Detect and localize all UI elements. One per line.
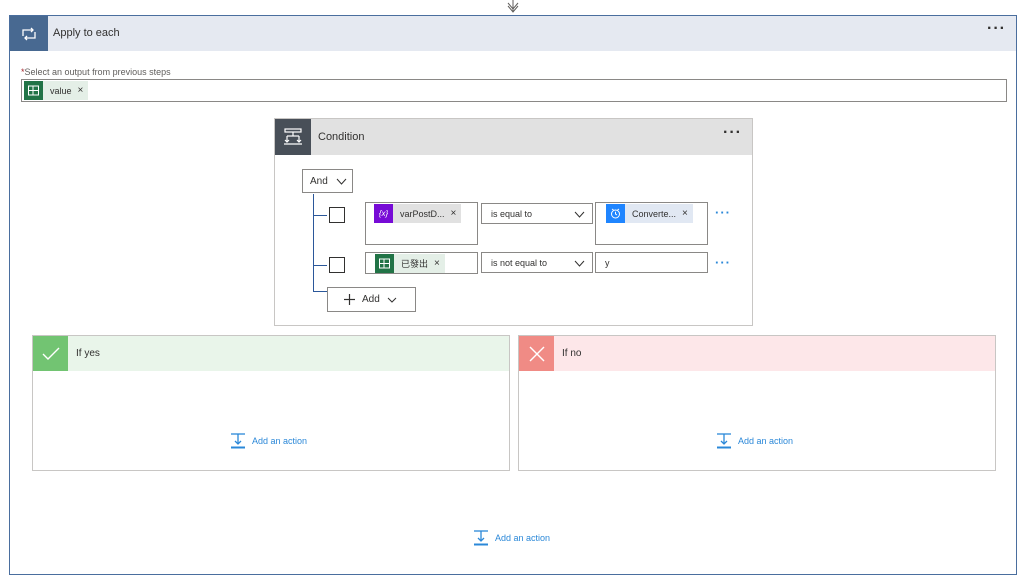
tree-branch-line bbox=[313, 215, 327, 216]
left-operand-input[interactable]: {x} varPostD... × bbox=[365, 202, 478, 245]
add-action-icon bbox=[231, 433, 245, 449]
varpostd-token-remove-button[interactable]: × bbox=[451, 208, 462, 219]
operator-select[interactable]: is equal to bbox=[481, 203, 593, 224]
converted-token-label: Converte... bbox=[632, 208, 677, 219]
converted-token[interactable]: Converte... × bbox=[606, 204, 693, 223]
converted-token-remove-button[interactable]: × bbox=[682, 208, 693, 219]
operator-select[interactable]: is not equal to bbox=[481, 252, 593, 273]
varpostd-token[interactable]: {x} varPostD... × bbox=[374, 204, 462, 223]
apply-to-each-card: Apply to each ··· *Select an output from… bbox=[9, 15, 1017, 575]
variable-icon: {x} bbox=[374, 204, 393, 223]
left-operand-input[interactable]: 已發出 × bbox=[365, 252, 478, 274]
value-token[interactable]: value × bbox=[24, 81, 89, 100]
varpostd-token-label: varPostD... bbox=[400, 208, 445, 219]
add-action-icon bbox=[717, 433, 731, 449]
field-label-text: Select an output from previous steps bbox=[24, 67, 171, 77]
output-input[interactable]: value × bbox=[21, 79, 1007, 102]
add-action-icon bbox=[474, 530, 488, 546]
apply-to-each-title: Apply to each bbox=[53, 27, 120, 39]
condition-more-button[interactable]: ··· bbox=[723, 125, 742, 141]
if-no-add-action-label: Add an action bbox=[738, 436, 794, 446]
loop-add-action-label: Add an action bbox=[495, 533, 551, 543]
if-yes-title: If yes bbox=[76, 348, 100, 359]
condition-card: Condition ··· And {x} varPostD... × is e… bbox=[274, 118, 753, 326]
condition-header[interactable]: Condition ··· bbox=[275, 119, 752, 155]
connector-arrow-icon bbox=[507, 0, 519, 13]
if-no-add-action-button[interactable]: Add an action bbox=[716, 433, 793, 449]
row-checkbox[interactable] bbox=[329, 257, 345, 273]
operator-value: is not equal to bbox=[491, 257, 548, 268]
tree-line bbox=[313, 194, 314, 291]
excel-icon bbox=[375, 254, 394, 273]
right-value-input[interactable]: y bbox=[595, 252, 708, 273]
tree-branch-line bbox=[313, 265, 327, 266]
apply-to-each-more-button[interactable]: ··· bbox=[987, 21, 1006, 37]
condition-title: Condition bbox=[318, 131, 365, 143]
tree-branch-line bbox=[313, 291, 327, 292]
checkmark-icon bbox=[33, 336, 68, 371]
condition-icon bbox=[275, 119, 311, 155]
add-button-label: Add bbox=[362, 294, 380, 305]
chevron-down-icon bbox=[574, 211, 585, 218]
apply-to-each-header[interactable]: Apply to each ··· bbox=[10, 16, 1016, 51]
operator-value: is equal to bbox=[491, 208, 533, 219]
close-icon bbox=[519, 336, 554, 371]
field-label: *Select an output from previous steps bbox=[21, 67, 171, 77]
group-operator-value: And bbox=[310, 175, 328, 187]
chevron-down-icon bbox=[387, 297, 397, 303]
right-value-text: y bbox=[605, 257, 610, 268]
value-token-remove-button[interactable]: × bbox=[78, 85, 89, 96]
sent-token-remove-button[interactable]: × bbox=[434, 258, 445, 269]
group-operator-select[interactable]: And bbox=[302, 169, 353, 193]
chevron-down-icon bbox=[574, 260, 585, 267]
sent-token-label: 已發出 bbox=[401, 259, 429, 269]
excel-icon bbox=[24, 81, 43, 100]
if-no-branch: If no Add an action bbox=[518, 335, 996, 471]
row-checkbox[interactable] bbox=[329, 207, 345, 223]
value-token-label: value bbox=[50, 85, 72, 96]
if-no-title: If no bbox=[562, 348, 582, 359]
if-yes-add-action-button[interactable]: Add an action bbox=[230, 433, 307, 449]
flow-canvas: Apply to each ··· *Select an output from… bbox=[0, 0, 1024, 579]
add-button[interactable]: Add bbox=[327, 287, 416, 312]
plus-icon bbox=[344, 294, 355, 305]
row-more-button[interactable]: ··· bbox=[715, 205, 731, 220]
loop-icon bbox=[10, 16, 48, 51]
sent-token[interactable]: 已發出 × bbox=[375, 254, 445, 273]
if-yes-branch: If yes Add an action bbox=[32, 335, 510, 471]
if-no-header[interactable]: If no bbox=[519, 336, 995, 371]
if-yes-header[interactable]: If yes bbox=[33, 336, 509, 371]
if-yes-add-action-label: Add an action bbox=[252, 436, 308, 446]
right-operand-input[interactable]: Converte... × bbox=[595, 202, 708, 245]
clock-icon bbox=[606, 204, 625, 223]
loop-add-action-button[interactable]: Add an action bbox=[473, 530, 550, 546]
row-more-button[interactable]: ··· bbox=[715, 255, 731, 270]
chevron-down-icon bbox=[336, 178, 347, 185]
